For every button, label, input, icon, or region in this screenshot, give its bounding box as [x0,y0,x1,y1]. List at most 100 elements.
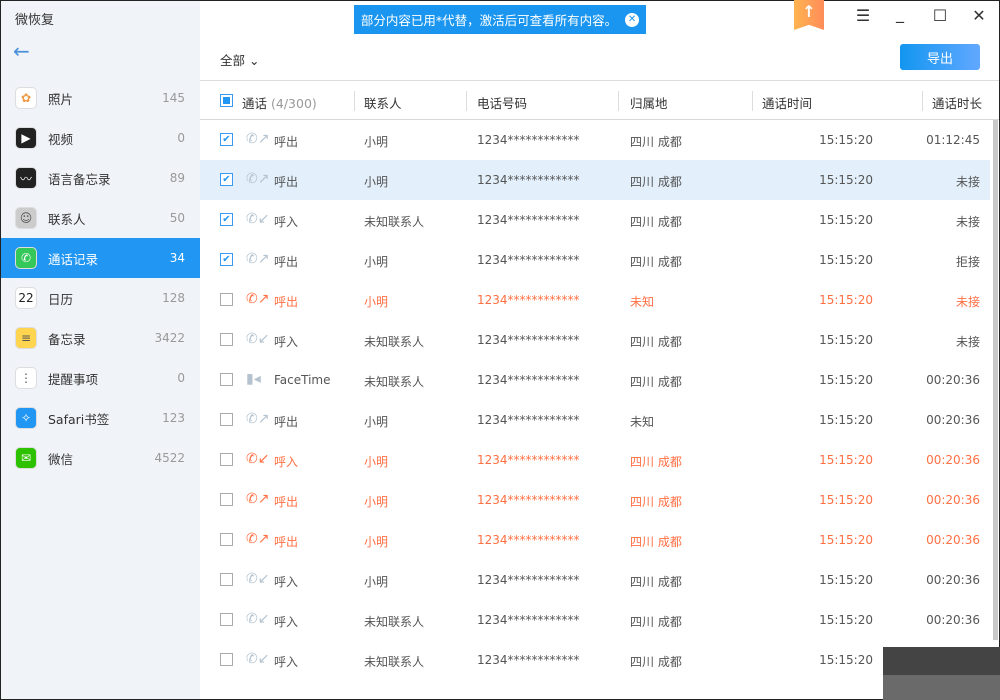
sidebar-item-label: 语言备忘录 [48,171,111,187]
filter-label: 全部 [220,53,246,68]
sidebar-item[interactable]: ✿ 照片 145 [1,78,200,118]
phone-icon: ✆ [15,247,37,269]
table-row[interactable]: ✔ ✆↗ 呼出 小明 1234************ 四川 成都 15:15:… [200,120,990,160]
sidebar-item[interactable]: ≡ 备忘录 3422 [1,318,200,358]
row-checkbox[interactable] [220,413,233,426]
sidebar-item-count: 128 [162,291,185,305]
table-row[interactable]: ✆↙ 呼入 未知联系人 1234************ 四川 成都 15:15… [200,320,990,360]
column-separator[interactable] [922,91,923,111]
row-checkbox[interactable] [220,533,233,546]
header-call[interactable]: 通话 [242,96,267,111]
column-separator[interactable] [354,91,355,111]
contact: 未知联系人 [364,655,425,669]
call-duration: 00:20:36 [926,573,980,587]
table-row[interactable]: ✔ ✆↗ 呼出 小明 1234************ 四川 成都 15:15:… [200,160,990,200]
header-contact[interactable]: 联系人 [364,93,402,112]
calendar-icon: 22 [15,287,37,309]
contact: 小明 [364,135,389,149]
contact: 未知联系人 [364,375,425,389]
row-checkbox[interactable]: ✔ [220,173,233,186]
phone-number: 1234************ [477,493,580,507]
table-row[interactable]: ✆↙ 呼入 未知联系人 1234************ 四川 成都 15:15… [200,600,990,640]
sidebar-item[interactable]: ▶ 视频 0 [1,118,200,158]
call-time: 15:15:20 [819,573,873,587]
table-row[interactable]: ✆↙ 呼入 未知联系人 1234************ 四川 成都 15:15… [200,640,990,680]
row-checkbox[interactable] [220,653,233,666]
header-duration[interactable]: 通话时长 [932,93,982,112]
filter-dropdown[interactable]: 全部 ⌄ [220,50,259,69]
table-row[interactable]: ✆↗ 呼出 小明 1234************ 未知 15:15:20 00… [200,400,990,440]
sidebar-item[interactable]: ☺ 联系人 50 [1,198,200,238]
call-duration: 00:20:36 [926,373,980,387]
table-row[interactable]: ✆↙ 呼入 小明 1234************ 四川 成都 15:15:20… [200,560,990,600]
activation-banner: 部分内容已用*代替，激活后可查看所有内容。 ✕ [354,5,646,34]
table-row[interactable]: ✆↙ 呼入 小明 1234************ 四川 成都 15:15:20… [200,440,990,480]
sidebar-item[interactable]: 〰语言备忘录 89 [1,158,200,198]
sidebar-item-label: 通话记录 [48,251,99,267]
row-checkbox[interactable] [220,493,233,506]
contact: 小明 [364,415,389,429]
call-type: 呼入 [274,335,299,349]
call-time: 15:15:20 [819,293,873,307]
sidebar-item-label: 提醒事项 [48,371,99,387]
contact: 未知联系人 [364,335,425,349]
close-banner-icon[interactable]: ✕ [625,12,640,27]
select-all-checkbox[interactable] [220,94,233,107]
contact: 小明 [364,495,389,509]
column-separator[interactable] [752,91,753,111]
location: 四川 成都 [630,255,682,269]
call-duration: 拒接 [955,255,980,269]
row-checkbox[interactable]: ✔ [220,253,233,266]
location: 四川 成都 [630,575,682,589]
sidebar-item-count: 145 [162,91,185,105]
sidebar-item[interactable]: ✉ 微信 4522 [1,438,200,478]
table-row[interactable]: ✆↗ 呼出 小明 1234************ 四川 成都 15:15:20… [200,520,990,560]
table-row[interactable]: ✔ ✆↗ 呼出 小明 1234************ 四川 成都 15:15:… [200,240,990,280]
sidebar-item[interactable]: ⋮ 提醒事项 0 [1,358,200,398]
safari-icon: ✧ [15,407,37,429]
phone-number: 1234************ [477,413,580,427]
row-checkbox[interactable] [220,373,233,386]
row-checkbox[interactable] [220,613,233,626]
incoming-call-icon: ✆↙ [246,651,270,667]
header-phone[interactable]: 电话号码 [477,93,527,112]
call-type: 呼出 [274,175,299,189]
minimize-icon[interactable]: _ [888,4,912,23]
menu-icon[interactable]: ☰ [851,6,875,25]
call-type: 呼出 [274,295,299,309]
back-arrow-icon[interactable]: ← [13,39,30,63]
table-row[interactable]: ✔ ✆↙ 呼入 未知联系人 1234************ 四川 成都 15:… [200,200,990,240]
table-row[interactable]: ✆↗ 呼出 小明 1234************ 未知 15:15:20 未接 [200,280,990,320]
table-row[interactable]: ▮◂ FaceTime 未知联系人 1234************ 四川 成都… [200,360,990,400]
row-checkbox[interactable] [220,453,233,466]
sidebar-item[interactable]: 22 日历 128 [1,278,200,318]
call-duration: 00:20:36 [926,413,980,427]
header-location[interactable]: 归属地 [630,93,668,112]
maximize-icon[interactable]: ☐ [928,6,952,25]
header-time[interactable]: 通话时间 [762,93,812,112]
phone-number: 1234************ [477,253,580,267]
sidebar-item[interactable]: ✧ Safari书签 123 [1,398,200,438]
row-checkbox[interactable] [220,333,233,346]
row-checkbox[interactable]: ✔ [220,133,233,146]
column-separator[interactable] [618,91,619,111]
row-checkbox[interactable]: ✔ [220,213,233,226]
sidebar-item-label: 联系人 [48,211,86,227]
call-time: 15:15:20 [819,333,873,347]
row-checkbox[interactable] [220,573,233,586]
phone-number: 1234************ [477,653,580,667]
contact: 小明 [364,295,389,309]
sidebar-item-label: 照片 [48,91,74,107]
call-duration: 未接 [955,335,980,349]
close-icon[interactable]: ✕ [967,6,991,25]
sidebar-item-count: 123 [162,411,185,425]
sidebar-item[interactable]: ✆ 通话记录 34 [1,238,200,278]
sidebar-item-count: 0 [177,371,185,385]
call-duration: 00:20:36 [926,493,980,507]
row-checkbox[interactable] [220,293,233,306]
column-separator[interactable] [466,91,467,111]
scrollbar[interactable] [993,120,998,640]
table-row[interactable]: ✆↗ 呼出 小明 1234************ 四川 成都 15:15:20… [200,480,990,520]
call-type: 呼出 [274,535,299,549]
export-button[interactable]: 导出 [900,44,980,70]
